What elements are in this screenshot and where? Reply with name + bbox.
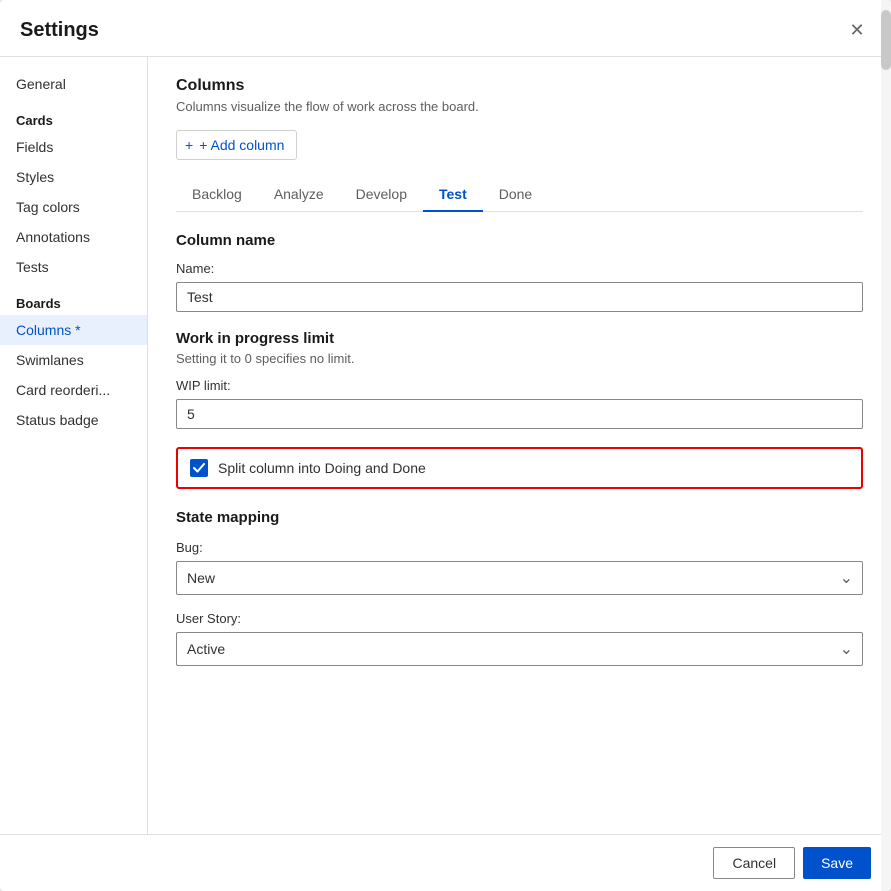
name-input[interactable] (176, 282, 863, 312)
bug-label: Bug: (176, 540, 863, 555)
sidebar-item-general[interactable]: General (0, 69, 147, 99)
tab-develop[interactable]: Develop (340, 178, 423, 212)
sidebar-item-swimlanes[interactable]: Swimlanes (0, 345, 147, 375)
checkmark-icon (193, 463, 205, 473)
sidebar-section-cards: Cards (0, 103, 147, 132)
bug-select[interactable]: New Active Resolved Closed (176, 561, 863, 595)
add-column-label: + Add column (199, 137, 284, 153)
user-story-select-wrapper: Active New Resolved Closed ⌄ (176, 632, 863, 666)
scrollbar-thumb[interactable] (881, 57, 891, 70)
sidebar-item-card-reordering[interactable]: Card reorderi... (0, 375, 147, 405)
close-icon: ✕ (849, 20, 864, 41)
settings-dialog: Settings ✕ General Cards Fields Styles T… (0, 0, 891, 891)
sidebar-item-columns[interactable]: Columns * (0, 315, 147, 345)
add-column-button[interactable]: + + Add column (176, 130, 297, 160)
user-story-label: User Story: (176, 611, 863, 626)
close-button[interactable]: ✕ (843, 16, 871, 44)
dialog-title: Settings (20, 19, 99, 42)
user-story-select[interactable]: Active New Resolved Closed (176, 632, 863, 666)
sidebar-item-tests[interactable]: Tests (0, 252, 147, 282)
state-mapping-title: State mapping (176, 509, 863, 526)
split-column-label: Split column into Doing and Done (218, 460, 426, 476)
column-tabs: Backlog Analyze Develop Test Done (176, 178, 863, 212)
wip-input[interactable] (176, 399, 863, 429)
columns-section-title: Columns (176, 77, 863, 95)
scrollbar-track[interactable] (881, 57, 891, 834)
save-button[interactable]: Save (803, 847, 871, 879)
bug-select-wrapper: New Active Resolved Closed ⌄ (176, 561, 863, 595)
sidebar-section-boards: Boards (0, 286, 147, 315)
cancel-button[interactable]: Cancel (713, 847, 795, 879)
dialog-footer: Cancel Save (0, 834, 891, 891)
sidebar-item-tag-colors[interactable]: Tag colors (0, 192, 147, 222)
name-field-label: Name: (176, 261, 863, 276)
main-content: Columns Columns visualize the flow of wo… (148, 57, 891, 834)
wip-section-title: Work in progress limit (176, 330, 863, 347)
tab-test[interactable]: Test (423, 178, 483, 212)
tab-done[interactable]: Done (483, 178, 548, 212)
sidebar-item-styles[interactable]: Styles (0, 162, 147, 192)
split-column-checkbox-row[interactable]: Split column into Doing and Done (176, 447, 863, 489)
dialog-body: General Cards Fields Styles Tag colors A… (0, 57, 891, 834)
columns-section-subtitle: Columns visualize the flow of work acros… (176, 99, 863, 114)
split-column-checkbox[interactable] (190, 459, 208, 477)
sidebar-item-fields[interactable]: Fields (0, 132, 147, 162)
sidebar-item-status-badge[interactable]: Status badge (0, 405, 147, 435)
tab-analyze[interactable]: Analyze (258, 178, 340, 212)
tab-backlog[interactable]: Backlog (176, 178, 258, 212)
column-name-section-title: Column name (176, 232, 863, 249)
wip-subtitle: Setting it to 0 specifies no limit. (176, 351, 863, 366)
wip-label: WIP limit: (176, 378, 863, 393)
dialog-header: Settings ✕ (0, 0, 891, 57)
plus-icon: + (185, 137, 193, 153)
sidebar: General Cards Fields Styles Tag colors A… (0, 57, 148, 834)
sidebar-item-annotations[interactable]: Annotations (0, 222, 147, 252)
